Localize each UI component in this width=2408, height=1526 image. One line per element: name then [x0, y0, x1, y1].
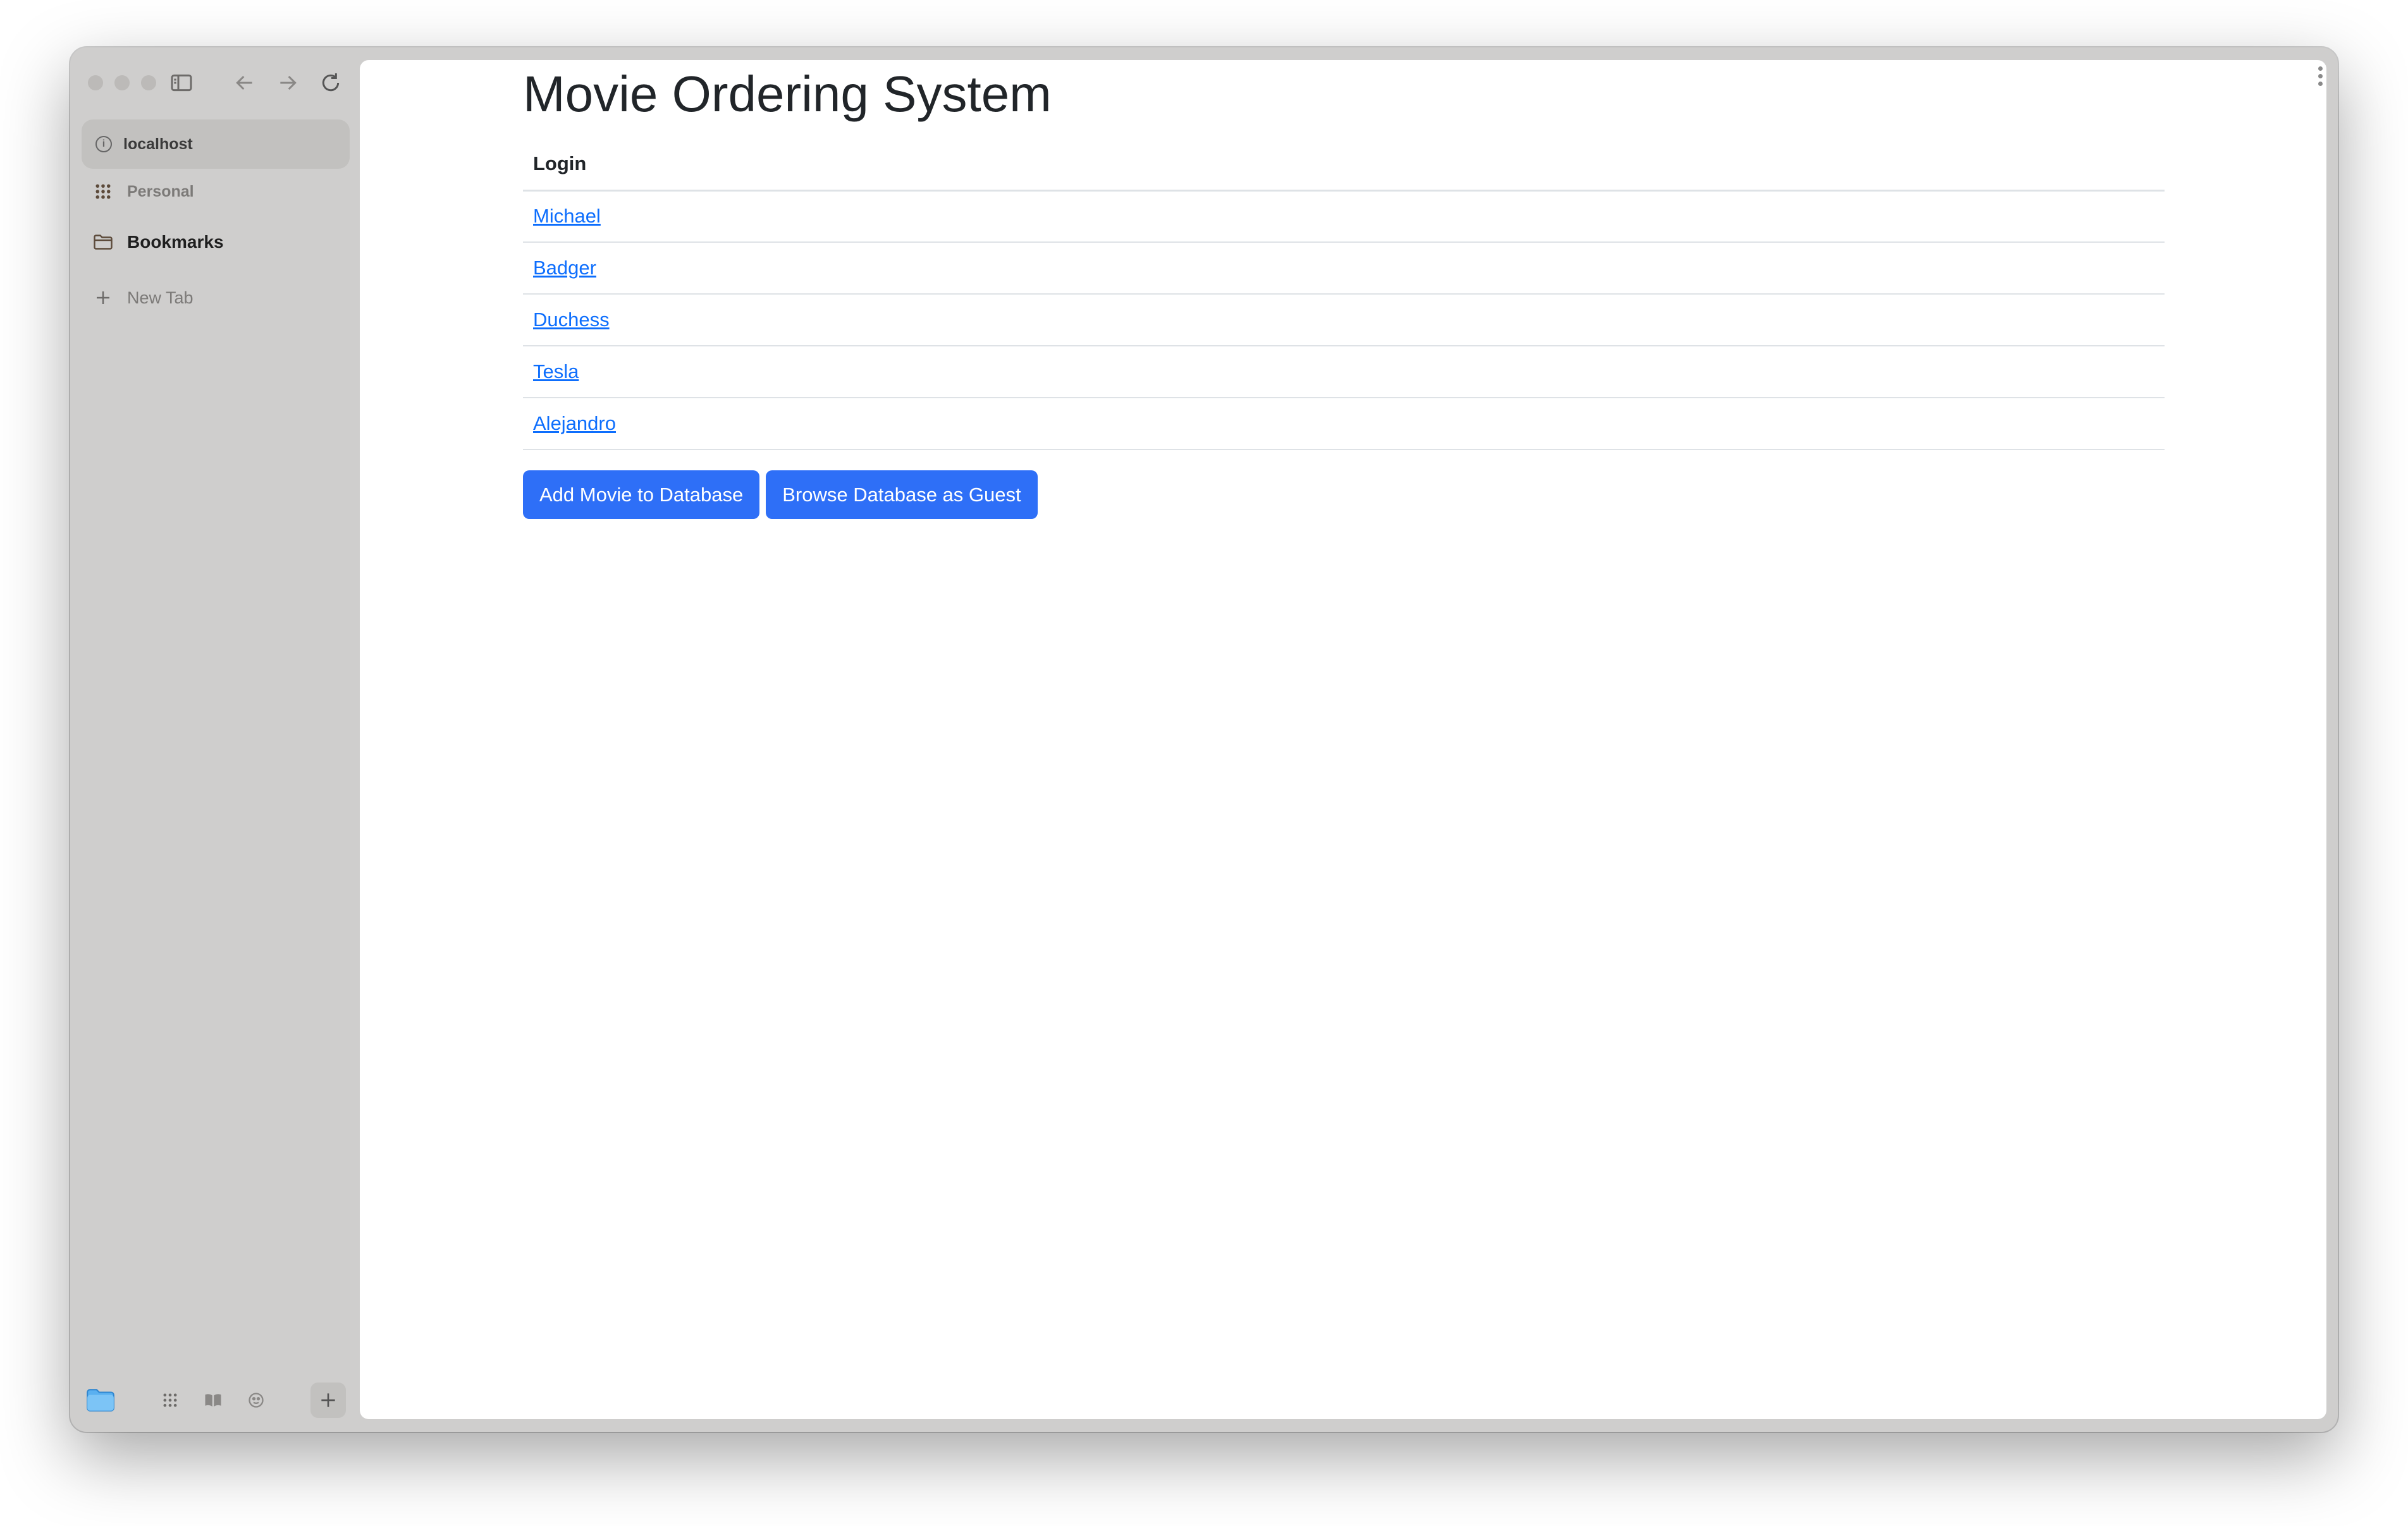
- zoom-window-button[interactable]: [141, 75, 156, 90]
- new-tab-label: New Tab: [127, 288, 194, 307]
- new-tab-button[interactable]: New Tab: [92, 286, 194, 309]
- user-link-badger[interactable]: Badger: [533, 257, 596, 279]
- add-tab-button[interactable]: [310, 1383, 346, 1418]
- sidebar-bottom-bar: [70, 1375, 358, 1432]
- forward-arrow-icon[interactable]: [271, 66, 304, 99]
- sidebar-item-personal[interactable]: Personal: [92, 180, 194, 203]
- user-link-michael[interactable]: Michael: [533, 205, 601, 227]
- table-row: Tesla: [523, 346, 2165, 398]
- sidebar-item-label: Bookmarks: [127, 232, 224, 252]
- reload-icon[interactable]: [314, 66, 347, 99]
- table-row: Alejandro: [523, 398, 2165, 450]
- table-row: Michael: [523, 190, 2165, 243]
- grid-icon: [92, 180, 114, 203]
- user-link-duchess[interactable]: Duchess: [533, 308, 610, 331]
- info-icon: i: [95, 136, 112, 152]
- reading-list-icon[interactable]: [195, 1383, 231, 1418]
- window-controls: [88, 75, 156, 90]
- close-window-button[interactable]: [88, 75, 103, 90]
- address-text: localhost: [123, 135, 193, 153]
- sidebar-toggle-icon[interactable]: [165, 66, 198, 99]
- table-header-row: Login: [523, 138, 2165, 192]
- folder-icon: [92, 231, 114, 253]
- browser-sidebar: i localhost Personal Bookmarks New Tab: [70, 47, 358, 1432]
- sidebar-item-bookmarks[interactable]: Bookmarks: [92, 231, 224, 253]
- minimize-window-button[interactable]: [114, 75, 130, 90]
- privacy-icon[interactable]: [238, 1383, 274, 1418]
- address-bar[interactable]: i localhost: [82, 119, 350, 169]
- browser-window: i localhost Personal Bookmarks New Tab M…: [70, 47, 2338, 1432]
- action-buttons: Add Movie to Database Browse Database as…: [523, 470, 2165, 519]
- browse-as-guest-button[interactable]: Browse Database as Guest: [766, 470, 1038, 519]
- web-content: Movie Ordering System Login Michael Badg…: [360, 60, 2326, 1419]
- table-row: Badger: [523, 242, 2165, 295]
- login-table: Login Michael Badger Duchess Tesla Aleja…: [523, 138, 2165, 450]
- content-drag-handle[interactable]: [2318, 66, 2323, 86]
- apps-grid-icon[interactable]: [152, 1383, 188, 1418]
- plus-icon: [92, 286, 114, 309]
- tab-folder-icon[interactable]: [83, 1383, 118, 1418]
- add-movie-button[interactable]: Add Movie to Database: [523, 470, 760, 519]
- sidebar-item-label: Personal: [127, 182, 194, 200]
- user-link-alejandro[interactable]: Alejandro: [533, 412, 616, 434]
- page-container: Movie Ordering System Login Michael Badg…: [523, 60, 2165, 519]
- login-column-header: Login: [523, 138, 2165, 192]
- page-title: Movie Ordering System: [523, 66, 1052, 122]
- back-arrow-icon[interactable]: [228, 66, 261, 99]
- user-link-tesla[interactable]: Tesla: [533, 360, 579, 382]
- table-row: Duchess: [523, 294, 2165, 346]
